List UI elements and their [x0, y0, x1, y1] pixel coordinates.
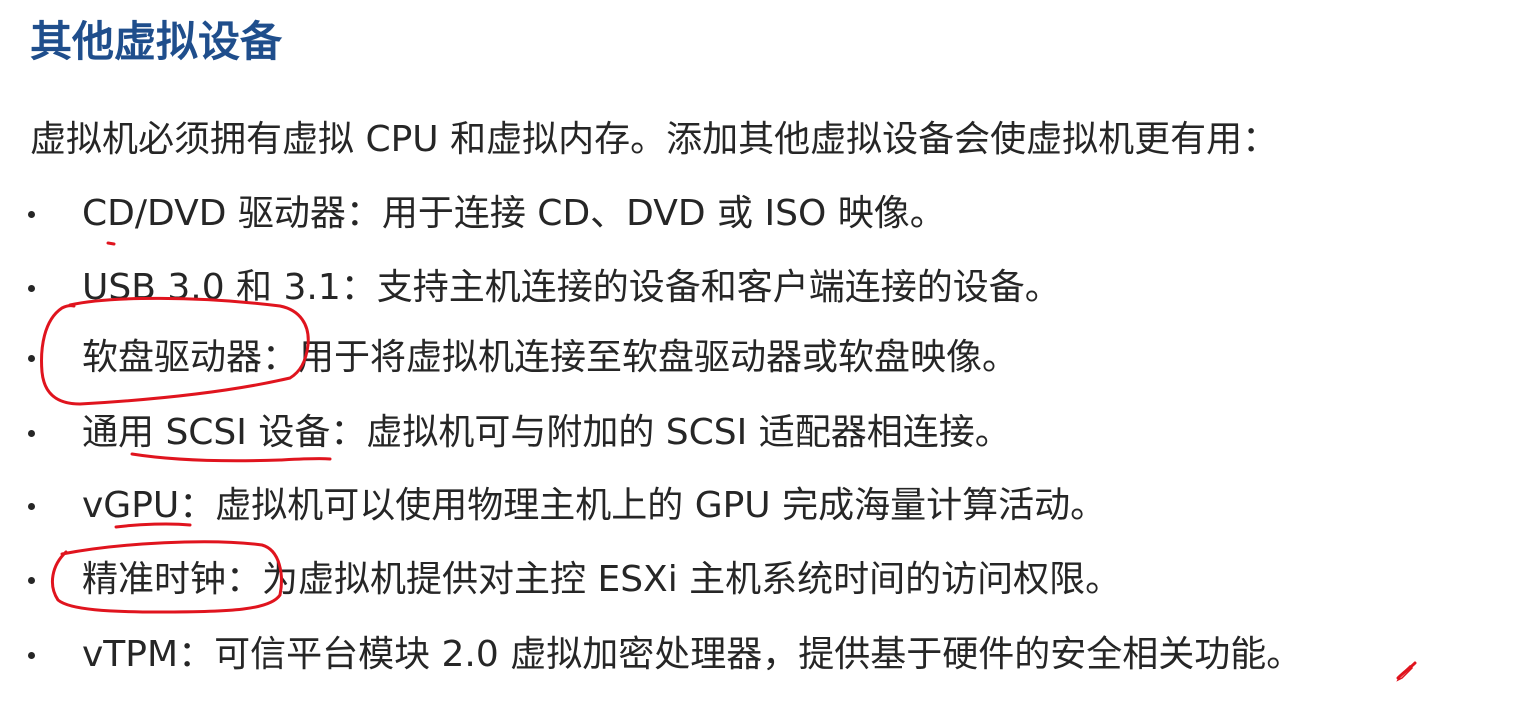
bullet-dot-icon: [28, 430, 35, 437]
bullet-item-usb: USB 3.0 和 3.1：支持主机连接的设备和客户端连接的设备。: [28, 260, 1508, 316]
bullet-item-scsi: 通用 SCSI 设备：虚拟机可与附加的 SCSI 适配器相连接。: [28, 405, 1508, 461]
bullet-text: USB 3.0 和 3.1：支持主机连接的设备和客户端连接的设备。: [82, 267, 1061, 308]
slide: 其他虚拟设备 虚拟机必须拥有虚拟 CPU 和虚拟内存。添加其他虚拟设备会使虚拟机…: [0, 0, 1525, 708]
bullet-item-precision-clock: 精准时钟：为虚拟机提供对主控 ESXi 主机系统时间的访问权限。: [28, 552, 1508, 608]
bullet-text: 精准时钟：为虚拟机提供对主控 ESXi 主机系统时间的访问权限。: [82, 559, 1122, 600]
bullet-dot-icon: [28, 577, 35, 584]
bullet-dot-icon: [28, 652, 35, 659]
bullet-text: vTPM：可信平台模块 2.0 虚拟加密处理器，提供基于硬件的安全相关功能。: [82, 634, 1303, 675]
bullet-text: 通用 SCSI 设备：虚拟机可与附加的 SCSI 适配器相连接。: [82, 412, 1011, 453]
bullet-text: 软盘驱动器：用于将虚拟机连接至软盘驱动器或软盘映像。: [82, 337, 1019, 378]
pen-cursor-icon: [1396, 664, 1414, 682]
bullet-dot-icon: [28, 211, 35, 218]
bullet-item-floppy: 软盘驱动器：用于将虚拟机连接至软盘驱动器或软盘映像。: [28, 330, 1508, 386]
bullet-item-vgpu: vGPU：虚拟机可以使用物理主机上的 GPU 完成海量计算活动。: [28, 478, 1508, 534]
bullet-dot-icon: [28, 355, 35, 362]
bullet-dot-icon: [28, 285, 35, 292]
device-bullet-list: CD/DVD 驱动器：用于连接 CD、DVD 或 ISO 映像。 USB 3.0…: [0, 0, 1525, 708]
bullet-dot-icon: [28, 503, 35, 510]
bullet-item-cd-dvd: CD/DVD 驱动器：用于连接 CD、DVD 或 ISO 映像。: [28, 186, 1508, 242]
bullet-text: vGPU：虚拟机可以使用物理主机上的 GPU 完成海量计算活动。: [82, 485, 1107, 526]
bullet-text: CD/DVD 驱动器：用于连接 CD、DVD 或 ISO 映像。: [82, 193, 946, 234]
bullet-item-vtpm: vTPM：可信平台模块 2.0 虚拟加密处理器，提供基于硬件的安全相关功能。: [28, 627, 1508, 683]
